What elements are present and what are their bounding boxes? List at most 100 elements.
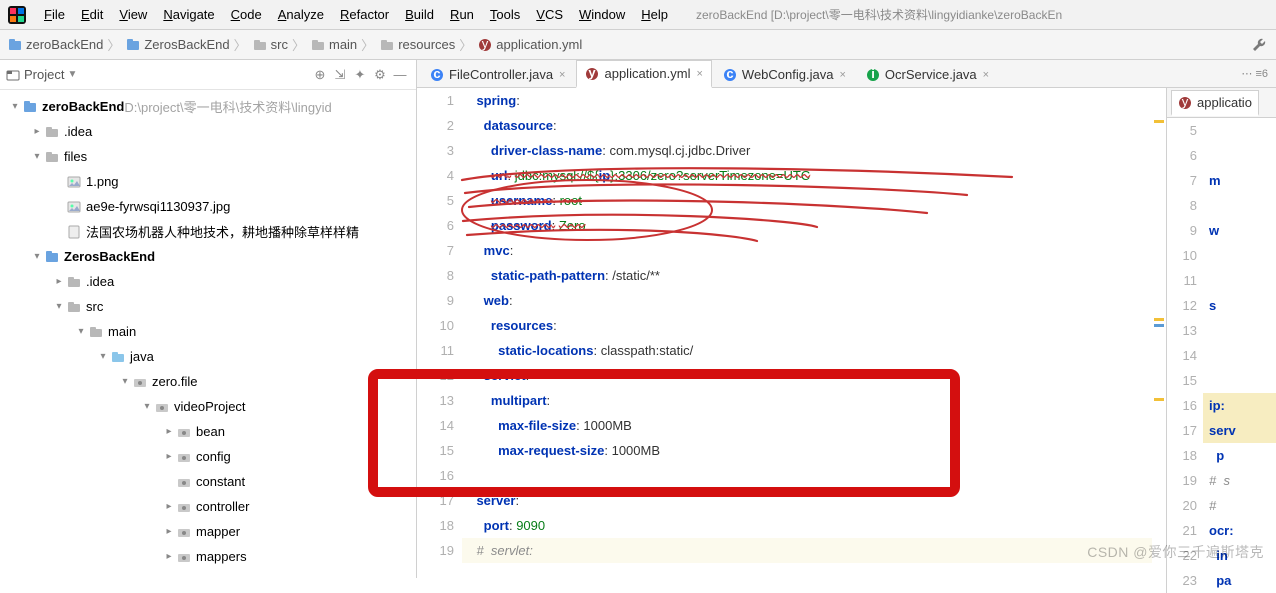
project-tree[interactable]: ▾zeroBackEnd D:\project\零一电科\技术资料\lingyi… xyxy=(0,90,416,578)
tree-twisty-icon[interactable]: ▾ xyxy=(8,101,22,112)
menu-vcs[interactable]: VCS xyxy=(528,7,571,22)
split-editor-content[interactable]: mwsip:serv p# s#ocr: in pa xyxy=(1203,118,1276,593)
code-line-7[interactable]: mvc: xyxy=(462,238,1166,263)
code-line-4[interactable]: url: jdbc:mysql://${ip}:3306/zero?server… xyxy=(462,163,1166,188)
hide-tool-window-icon[interactable]: — xyxy=(390,67,410,82)
menu-window[interactable]: Window xyxy=(571,7,633,22)
tree-item-zerosbackend[interactable]: ▾ZerosBackEnd xyxy=(0,244,416,269)
tree-item-main[interactable]: ▾main xyxy=(0,319,416,344)
split-code-line-12[interactable]: s xyxy=(1203,293,1276,318)
tree-twisty-icon[interactable]: ▸ xyxy=(162,451,176,462)
code-editor[interactable]: 12345678910111213141516171819 spring: da… xyxy=(417,88,1166,593)
tree-item--idea[interactable]: ▸.idea xyxy=(0,269,416,294)
split-code-line-7[interactable]: m xyxy=(1203,168,1276,193)
tree-item-mapper[interactable]: ▸mapper xyxy=(0,519,416,544)
breadcrumb-application-yml[interactable]: yapplication.yml xyxy=(478,37,582,52)
expand-all-icon[interactable]: ⇲ xyxy=(330,67,350,83)
tree-item-java[interactable]: ▾java xyxy=(0,344,416,369)
close-tab-icon[interactable]: × xyxy=(559,69,565,81)
code-line-18[interactable]: port: 9090 xyxy=(462,513,1166,538)
split-code-line-13[interactable] xyxy=(1203,318,1276,343)
breadcrumb-src[interactable]: src〉 xyxy=(253,35,309,54)
close-tab-icon[interactable]: × xyxy=(839,69,845,81)
tree-twisty-icon[interactable]: ▾ xyxy=(96,351,110,362)
split-code-line-16[interactable]: ip: xyxy=(1203,393,1276,418)
code-line-2[interactable]: datasource: xyxy=(462,113,1166,138)
code-line-9[interactable]: web: xyxy=(462,288,1166,313)
code-line-11[interactable]: static-locations: classpath:static/ xyxy=(462,338,1166,363)
menu-code[interactable]: Code xyxy=(223,7,270,22)
menu-navigate[interactable]: Navigate xyxy=(155,7,222,22)
tree-twisty-icon[interactable]: ▾ xyxy=(30,151,44,162)
tree-item-zerobackend[interactable]: ▾zeroBackEnd D:\project\零一电科\技术资料\lingyi… xyxy=(0,94,416,119)
code-line-14[interactable]: max-file-size: 1000MB xyxy=(462,413,1166,438)
tree-item-src[interactable]: ▾src xyxy=(0,294,416,319)
build-icon[interactable] xyxy=(1250,36,1266,52)
split-code-line-6[interactable] xyxy=(1203,143,1276,168)
tree-item-controller[interactable]: ▸controller xyxy=(0,494,416,519)
code-line-19[interactable]: # servlet: xyxy=(462,538,1166,563)
menu-tools[interactable]: Tools xyxy=(482,7,528,22)
tree-item-config[interactable]: ▸config xyxy=(0,444,416,469)
menu-help[interactable]: Help xyxy=(633,7,676,22)
tree-twisty-icon[interactable]: ▾ xyxy=(140,401,154,412)
split-code-line-11[interactable] xyxy=(1203,268,1276,293)
project-view-dropdown-icon[interactable]: ▼ xyxy=(67,69,77,80)
tab-webconfig-java[interactable]: cWebConfig.java× xyxy=(714,61,855,87)
code-line-5[interactable]: username: root xyxy=(462,188,1166,213)
tree-item-files[interactable]: ▾files xyxy=(0,144,416,169)
tree-twisty-icon[interactable]: ▸ xyxy=(30,126,44,137)
code-line-3[interactable]: driver-class-name: com.mysql.cj.jdbc.Dri… xyxy=(462,138,1166,163)
code-line-8[interactable]: static-path-pattern: /static/** xyxy=(462,263,1166,288)
breadcrumb-main[interactable]: main〉 xyxy=(311,35,378,54)
code-line-17[interactable]: server: xyxy=(462,488,1166,513)
menu-view[interactable]: View xyxy=(111,7,155,22)
split-code-line-21[interactable]: ocr: xyxy=(1203,518,1276,543)
split-code-line-19[interactable]: # s xyxy=(1203,468,1276,493)
tree-twisty-icon[interactable]: ▾ xyxy=(52,301,66,312)
tree-twisty-icon[interactable]: ▾ xyxy=(118,376,132,387)
tree-item-videoproject[interactable]: ▾videoProject xyxy=(0,394,416,419)
editor-content[interactable]: spring: datasource: driver-class-name: c… xyxy=(462,88,1166,593)
menu-analyze[interactable]: Analyze xyxy=(270,7,332,22)
split-code-line-20[interactable]: # xyxy=(1203,493,1276,518)
tree-item-mappers[interactable]: ▸mappers xyxy=(0,544,416,569)
split-code-line-22[interactable]: in xyxy=(1203,543,1276,568)
tree-item-bean[interactable]: ▸bean xyxy=(0,419,416,444)
tree-item-1-png[interactable]: 1.png xyxy=(0,169,416,194)
split-code-line-18[interactable]: p xyxy=(1203,443,1276,468)
menu-run[interactable]: Run xyxy=(442,7,482,22)
collapse-all-icon[interactable]: ✦ xyxy=(350,67,370,83)
code-line-6[interactable]: password: Zero xyxy=(462,213,1166,238)
code-line-15[interactable]: max-request-size: 1000MB xyxy=(462,438,1166,463)
tree-item-constant[interactable]: constant xyxy=(0,469,416,494)
tree-item--[interactable]: 法国农场机器人种地技术，耕地播种除草样样精 xyxy=(0,219,416,244)
tree-twisty-icon[interactable]: ▸ xyxy=(162,501,176,512)
menu-build[interactable]: Build xyxy=(397,7,442,22)
editor-error-stripe[interactable] xyxy=(1152,118,1166,593)
tab-ocrservice-java[interactable]: iOcrService.java× xyxy=(857,61,998,87)
code-line-12[interactable]: servlet: xyxy=(462,363,1166,388)
split-code-line-10[interactable] xyxy=(1203,243,1276,268)
tabs-overflow-indicator[interactable]: ⋯ ≡6 xyxy=(1241,67,1268,80)
code-line-16[interactable] xyxy=(462,463,1166,488)
split-code-line-14[interactable] xyxy=(1203,343,1276,368)
tree-twisty-icon[interactable]: ▾ xyxy=(30,251,44,262)
code-line-1[interactable]: spring: xyxy=(462,88,1166,113)
split-code-line-23[interactable]: pa xyxy=(1203,568,1276,593)
tab-application-yml-split[interactable]: y applicatio xyxy=(1171,90,1259,116)
breadcrumb-resources[interactable]: resources〉 xyxy=(380,35,476,54)
menu-edit[interactable]: Edit xyxy=(73,7,111,22)
code-line-10[interactable]: resources: xyxy=(462,313,1166,338)
code-line-13[interactable]: multipart: xyxy=(462,388,1166,413)
breadcrumb-zerobackend[interactable]: zeroBackEnd〉 xyxy=(8,35,124,54)
settings-gear-icon[interactable]: ⚙ xyxy=(370,67,390,83)
tree-twisty-icon[interactable]: ▾ xyxy=(74,326,88,337)
close-tab-icon[interactable]: × xyxy=(983,69,989,81)
tree-twisty-icon[interactable]: ▸ xyxy=(162,426,176,437)
tree-twisty-icon[interactable]: ▸ xyxy=(52,276,66,287)
tree-twisty-icon[interactable]: ▸ xyxy=(162,551,176,562)
tab-application-yml[interactable]: yapplication.yml× xyxy=(576,60,711,88)
tree-twisty-icon[interactable]: ▸ xyxy=(162,526,176,537)
split-code-line-8[interactable] xyxy=(1203,193,1276,218)
